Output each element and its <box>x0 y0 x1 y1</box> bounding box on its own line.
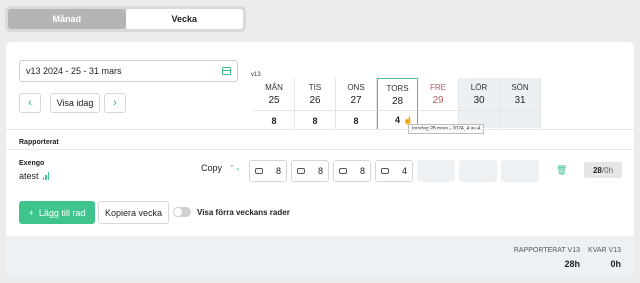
next-week-button[interactable]: › <box>104 93 126 113</box>
date-range-value: v13 2024 - 25 - 31 mars <box>26 66 122 76</box>
divider <box>6 129 634 130</box>
day-hours-sun <box>500 110 541 130</box>
date-range-field[interactable]: v13 2024 - 25 - 31 mars <box>19 60 238 82</box>
reported-section-title: Rapporterat <box>19 139 59 146</box>
hour-cell-sun[interactable] <box>501 160 539 182</box>
task-name: atest <box>19 171 50 181</box>
plus-icon: + <box>28 207 34 218</box>
trash-icon[interactable]: 🗑 <box>556 165 567 176</box>
day-hours-tue: 8 <box>295 110 336 130</box>
hour-cell-fri[interactable] <box>417 160 455 182</box>
hour-cell-wed[interactable]: 8 <box>333 160 371 182</box>
divider <box>6 149 634 150</box>
day-hours-row: 8 8 8 4 <box>254 110 541 130</box>
bar-chart-icon[interactable] <box>42 172 50 180</box>
project-name: Exengo <box>19 160 45 167</box>
comment-icon[interactable] <box>339 168 347 174</box>
time-report-card: v13 2024 - 25 - 31 mars ‹ Visa idag › v1… <box>6 42 634 278</box>
hour-cell-tue[interactable]: 8 <box>291 160 329 182</box>
tab-week[interactable]: Vecka <box>125 9 243 29</box>
reported-summary: RAPPORTERAT V13 28h <box>513 247 580 269</box>
hour-cell-sat[interactable] <box>459 160 497 182</box>
calendar-icon[interactable] <box>222 67 231 75</box>
previous-week-toggle-row: Visa förra veckans rader <box>173 207 290 217</box>
chevron-right-icon: › <box>113 97 117 109</box>
tab-month[interactable]: Månad <box>8 9 126 29</box>
previous-week-toggle-label: Visa förra veckans rader <box>197 207 290 217</box>
hour-cell-thu[interactable]: 4 <box>375 160 413 182</box>
previous-week-toggle[interactable] <box>173 207 191 217</box>
comment-icon[interactable] <box>255 168 263 174</box>
day-hours-mon: 8 <box>254 110 295 130</box>
add-row-button[interactable]: + Lägg till rad <box>19 201 95 224</box>
comment-icon[interactable] <box>297 168 305 174</box>
type-select[interactable]: Copy ⌃⌄ <box>201 163 241 173</box>
hour-cell-mon[interactable]: 8 <box>249 160 287 182</box>
row-total-badge: 28/0h <box>584 162 622 178</box>
comment-icon[interactable] <box>381 168 389 174</box>
hour-cells: 8 8 8 4 <box>249 160 539 182</box>
prev-week-button[interactable]: ‹ <box>19 93 41 113</box>
copy-week-button[interactable]: Kopiera vecka <box>98 201 169 224</box>
chevron-updown-icon: ⌃⌄ <box>229 165 241 172</box>
day-hours-wed: 8 <box>336 110 377 130</box>
view-toggle: Månad Vecka <box>5 6 246 32</box>
chevron-left-icon: ‹ <box>28 97 32 109</box>
show-today-button[interactable]: Visa idag <box>50 93 100 113</box>
summary-footer: RAPPORTERAT V13 28h KVAR V13 0h <box>6 236 634 278</box>
remaining-summary: KVAR V13 0h <box>588 247 621 269</box>
